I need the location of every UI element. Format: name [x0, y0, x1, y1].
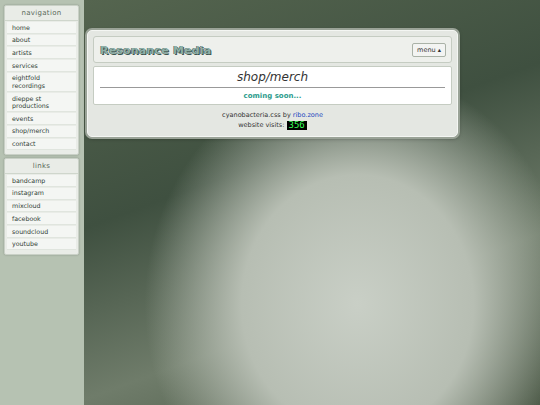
panel-title: navigation [5, 6, 78, 21]
sidebar-item[interactable]: events [7, 113, 76, 125]
sidebar-item[interactable]: facebook [7, 213, 76, 225]
sidebar-item[interactable]: services [7, 60, 76, 72]
main-area: Resonance Media menu ▴ shop/merch coming… [84, 0, 540, 405]
sidebar-item[interactable]: home [7, 22, 76, 34]
credit-text: cyanobacteria.css by [222, 111, 291, 119]
menu-button[interactable]: menu ▴ [412, 43, 446, 57]
sidebar-item[interactable]: eightfold recordings [7, 73, 76, 92]
sidebar-item[interactable]: mixcloud [7, 201, 76, 213]
coming-soon-message: coming soon... [100, 88, 445, 100]
sidebar-item[interactable]: dieppe st productions [7, 93, 76, 112]
content-panel: shop/merch coming soon... [93, 66, 452, 105]
visits-label: website visits: [238, 121, 284, 129]
sidebar-item[interactable]: soundcloud [7, 226, 76, 238]
sidebar-item[interactable]: artists [7, 47, 76, 59]
page-heading: shop/merch [100, 70, 445, 88]
content-card: Resonance Media menu ▴ shop/merch coming… [87, 30, 458, 137]
navigation-panel: navigationhomeaboutartistsserviceseightf… [4, 5, 79, 155]
links-panel: linksbandcampinstagrammixcloudfacebookso… [4, 158, 79, 255]
sidebar-item[interactable]: youtube [7, 239, 76, 251]
sidebar-item[interactable]: instagram [7, 188, 76, 200]
sidebar: navigationhomeaboutartistsserviceseightf… [0, 0, 84, 405]
header-bar: Resonance Media menu ▴ [93, 36, 452, 63]
credit-link[interactable]: ribo.zone [293, 111, 323, 119]
sidebar-item[interactable]: shop/merch [7, 126, 76, 138]
visit-counter: 356 [287, 121, 307, 130]
panel-title: links [5, 159, 78, 174]
sidebar-item[interactable]: contact [7, 139, 76, 151]
site-title[interactable]: Resonance Media [100, 44, 211, 57]
sidebar-item[interactable]: about [7, 35, 76, 47]
footer: cyanobacteria.css by ribo.zone website v… [93, 105, 452, 130]
sidebar-item[interactable]: bandcamp [7, 175, 76, 187]
